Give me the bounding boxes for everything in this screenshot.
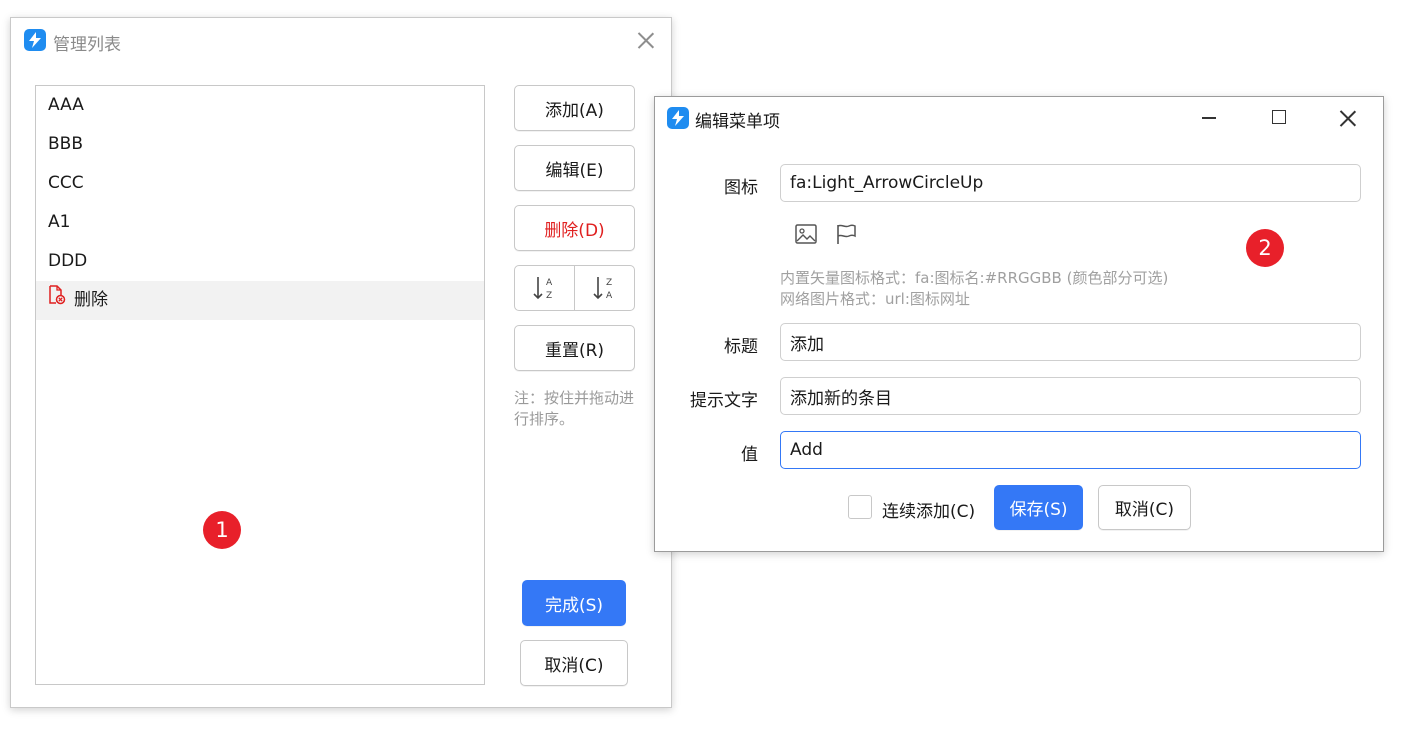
value-label: 值 xyxy=(741,445,758,465)
sort-az-icon: A Z xyxy=(532,277,553,301)
image-icon xyxy=(795,224,817,244)
list-item-selected[interactable]: 删除 xyxy=(36,281,484,320)
reset-button[interactable]: 重置(R) xyxy=(514,325,635,371)
sort-ascending-button[interactable]: A Z xyxy=(515,266,574,310)
list-item-label: A1 xyxy=(48,212,71,232)
list-item[interactable]: A1 xyxy=(36,203,484,242)
cancel-button[interactable]: 取消(C) xyxy=(520,640,628,686)
tooltip-label: 提示文字 xyxy=(690,391,758,411)
maximize-icon[interactable] xyxy=(1267,105,1291,129)
close-icon[interactable] xyxy=(635,29,657,51)
list-item-label: CCC xyxy=(48,173,84,193)
continuous-add-checkbox[interactable] xyxy=(848,495,872,519)
list-item-label: DDD xyxy=(48,251,88,271)
continuous-add-label[interactable]: 连续添加(C) xyxy=(882,497,975,522)
minimize-icon[interactable] xyxy=(1197,105,1221,129)
cancel-button[interactable]: 取消(C) xyxy=(1098,485,1191,530)
list-item[interactable]: CCC xyxy=(36,164,484,203)
done-button[interactable]: 完成(S) xyxy=(522,580,626,626)
save-button[interactable]: 保存(S) xyxy=(994,485,1083,530)
sort-descending-button[interactable]: Z A xyxy=(574,266,634,310)
list-item[interactable]: AAA xyxy=(36,86,484,125)
window-title: 编辑菜单项 xyxy=(695,112,780,132)
icon-field[interactable] xyxy=(780,164,1361,202)
icon-label: 图标 xyxy=(724,178,758,198)
add-button[interactable]: 添加(A) xyxy=(514,85,635,131)
image-picker-button[interactable] xyxy=(793,221,819,247)
list-item-label: AAA xyxy=(48,95,84,115)
tooltip-field[interactable] xyxy=(780,377,1361,415)
close-icon[interactable] xyxy=(1337,107,1359,129)
url-format-hint: 网络图片格式：url:图标网址 xyxy=(780,290,970,308)
edit-button[interactable]: 编辑(E) xyxy=(514,145,635,191)
delete-button[interactable]: 删除(D) xyxy=(514,205,635,251)
svg-text:A: A xyxy=(606,291,613,301)
manage-list-window: 管理列表 AAA BBB CCC A1 DDD 删除 添加(A) 编辑(E) 删… xyxy=(10,17,672,708)
delete-document-icon xyxy=(48,281,66,320)
window-title: 管理列表 xyxy=(53,35,121,55)
svg-text:Z: Z xyxy=(546,291,552,301)
list-item[interactable]: BBB xyxy=(36,125,484,164)
flag-picker-button[interactable] xyxy=(833,221,859,247)
list-item-label: 删除 xyxy=(74,290,108,310)
icon-format-hint: 内置矢量图标格式：fa:图标名:#RRGGBB (颜色部分可选) xyxy=(780,269,1169,287)
title-label: 标题 xyxy=(724,337,758,357)
svg-text:A: A xyxy=(546,278,553,288)
list-item[interactable]: DDD xyxy=(36,242,484,281)
app-bolt-icon xyxy=(667,107,689,129)
edit-menu-item-window: 编辑菜单项 图标 内置矢量图标格式：fa:图标名:#RRGGBB (颜色部分可选… xyxy=(654,96,1384,552)
svg-text:Z: Z xyxy=(606,278,612,288)
app-bolt-icon xyxy=(24,29,46,51)
annotation-badge-1: 1 xyxy=(203,511,241,549)
title-field[interactable] xyxy=(780,323,1361,361)
sort-button-group: A Z Z A xyxy=(514,265,635,311)
sort-za-icon: Z A xyxy=(592,277,613,301)
flag-icon xyxy=(837,224,856,244)
list-item-label: BBB xyxy=(48,134,83,154)
item-list[interactable]: AAA BBB CCC A1 DDD 删除 xyxy=(35,85,485,685)
annotation-badge-2: 2 xyxy=(1246,229,1284,267)
value-field[interactable] xyxy=(780,431,1361,469)
drag-sort-note: 注：按住并拖动进行排序。 xyxy=(514,389,635,428)
